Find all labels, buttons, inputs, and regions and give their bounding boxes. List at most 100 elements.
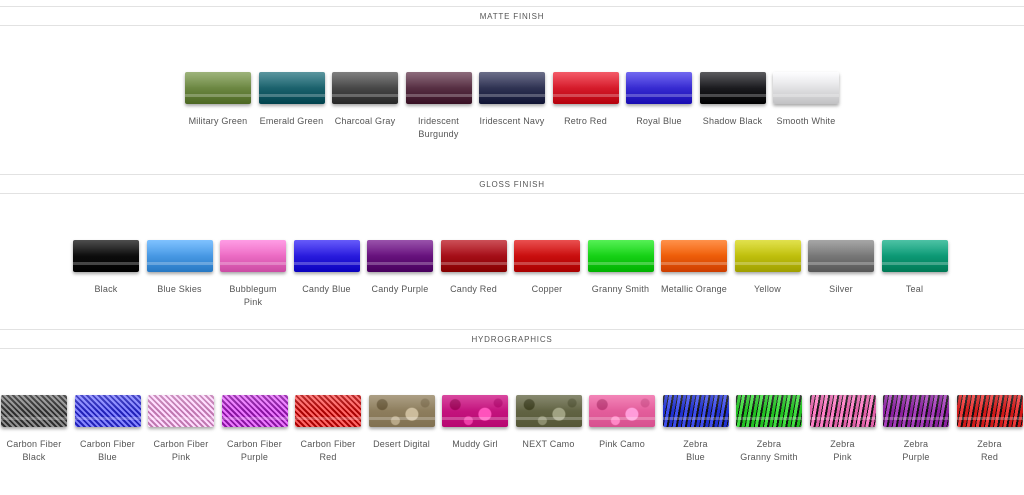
swatch-label: Charcoal Gray: [334, 116, 396, 126]
swatch-label: Bubblegum Pink: [229, 284, 277, 307]
swatch-color-chip[interactable]: [367, 240, 433, 272]
swatch-color-chip[interactable]: [479, 72, 545, 104]
swatch-label: Iridescent Burgundy: [417, 116, 460, 139]
swatch-color-chip[interactable]: [148, 395, 214, 427]
swatch-teal[interactable]: Teal: [881, 240, 949, 296]
swatch-emerald-green[interactable]: Emerald Green: [258, 72, 326, 128]
swatch-smooth-white[interactable]: Smooth White: [772, 72, 840, 128]
swatch-label: Pink Camo: [599, 439, 645, 449]
swatch-label: Zebra Red: [977, 439, 1002, 462]
swatch-color-chip[interactable]: [440, 240, 507, 272]
swatch-blue-skies[interactable]: Blue Skies: [146, 240, 214, 296]
swatch-color-chip[interactable]: [221, 395, 288, 427]
swatch-candy-purple[interactable]: Candy Purple: [366, 240, 434, 296]
swatch-pink-camo[interactable]: Pink Camo: [588, 395, 656, 451]
swatch-charcoal-gray[interactable]: Charcoal Gray: [331, 72, 399, 128]
swatch-color-chip[interactable]: [552, 72, 619, 104]
swatch-military-green[interactable]: Military Green: [184, 72, 252, 128]
swatch-retro-red[interactable]: Retro Red: [552, 72, 620, 128]
swatch-label: Smooth White: [776, 116, 836, 126]
swatch-color-chip[interactable]: [73, 240, 139, 272]
swatch-label: Carbon Fiber Red: [300, 439, 356, 462]
swatch-muddy-girl[interactable]: Muddy Girl: [441, 395, 509, 451]
swatch-label: Zebra Blue: [683, 439, 708, 462]
swatch-label: Candy Blue: [302, 284, 351, 294]
swatch-label: Zebra Pink: [830, 439, 855, 462]
swatch-label: Carbon Fiber Pink: [153, 439, 209, 462]
swatch-color-chip[interactable]: [368, 395, 435, 427]
swatch-yellow[interactable]: Yellow: [734, 240, 802, 296]
matte-finish-header: MATTE FINISH: [0, 6, 1024, 26]
swatch-iridescent-navy[interactable]: Iridescent Navy: [478, 72, 546, 128]
swatch-color-chip[interactable]: [442, 395, 508, 427]
swatch-color-chip[interactable]: [626, 72, 692, 104]
swatch-label: Granny Smith: [591, 284, 650, 294]
swatch-color-chip[interactable]: [661, 240, 727, 272]
swatch-color-chip[interactable]: [220, 240, 286, 272]
swatch-color-chip[interactable]: [773, 72, 839, 104]
swatch-label: Retro Red: [564, 116, 607, 126]
swatch-next-camo[interactable]: NEXT Camo: [515, 395, 583, 451]
swatch-silver[interactable]: Silver: [807, 240, 875, 296]
swatch-zebra-purple[interactable]: Zebra Purple: [882, 395, 950, 464]
swatch-color-chip[interactable]: [258, 72, 325, 104]
swatch-label: Black: [94, 284, 118, 294]
swatch-color-chip[interactable]: [1, 395, 67, 427]
swatch-copper[interactable]: Copper: [513, 240, 581, 296]
swatch-label: Yellow: [754, 284, 781, 294]
swatch-color-chip[interactable]: [405, 72, 472, 104]
swatch-metallic-orange[interactable]: Metallic Orange: [660, 240, 728, 296]
swatch-carbon-fiber-black[interactable]: Carbon Fiber Black: [0, 395, 68, 464]
swatch-zebra-granny-smith[interactable]: Zebra Granny Smith: [735, 395, 803, 464]
swatch-black[interactable]: Black: [72, 240, 140, 296]
swatch-color-chip[interactable]: [881, 240, 948, 272]
gloss-finish-title: GLOSS FINISH: [479, 179, 545, 189]
swatch-label: Carbon Fiber Black: [6, 439, 62, 462]
swatch-color-chip[interactable]: [699, 72, 766, 104]
hydrographics-title: HYDROGRAPHICS: [471, 334, 553, 344]
swatch-carbon-fiber-pink[interactable]: Carbon Fiber Pink: [147, 395, 215, 464]
swatch-label: Military Green: [188, 116, 248, 126]
swatch-zebra-pink[interactable]: Zebra Pink: [809, 395, 877, 464]
swatch-zebra-red[interactable]: Zebra Red: [956, 395, 1024, 464]
swatch-color-chip[interactable]: [185, 72, 251, 104]
swatch-label: Shadow Black: [702, 116, 763, 126]
swatch-color-chip[interactable]: [146, 240, 213, 272]
swatch-color-chip[interactable]: [662, 395, 729, 427]
swatch-candy-red[interactable]: Candy Red: [440, 240, 508, 296]
swatch-color-chip[interactable]: [589, 395, 655, 427]
swatch-color-chip[interactable]: [736, 395, 802, 427]
swatch-carbon-fiber-red[interactable]: Carbon Fiber Red: [294, 395, 362, 464]
swatch-label: Carbon Fiber Purple: [227, 439, 282, 462]
swatch-bubblegum-pink[interactable]: Bubblegum Pink: [219, 240, 287, 309]
swatch-color-chip[interactable]: [734, 240, 801, 272]
swatch-shadow-black[interactable]: Shadow Black: [699, 72, 767, 128]
swatch-color-chip[interactable]: [332, 72, 398, 104]
swatch-label: Candy Red: [450, 284, 497, 294]
swatch-carbon-fiber-purple[interactable]: Carbon Fiber Purple: [221, 395, 289, 464]
swatch-label: Zebra Purple: [902, 439, 930, 462]
swatch-color-chip[interactable]: [295, 395, 361, 427]
swatch-color-chip[interactable]: [293, 240, 360, 272]
swatch-label: Royal Blue: [636, 116, 682, 126]
swatch-color-chip[interactable]: [514, 240, 580, 272]
swatch-label: NEXT Camo: [522, 439, 575, 449]
hydrographics-header: HYDROGRAPHICS: [0, 329, 1024, 349]
swatch-label: Muddy Girl: [452, 439, 498, 449]
swatch-color-chip[interactable]: [883, 395, 949, 427]
swatch-granny-smith[interactable]: Granny Smith: [587, 240, 655, 296]
swatch-color-chip[interactable]: [587, 240, 654, 272]
swatch-color-chip[interactable]: [808, 240, 874, 272]
swatch-color-chip[interactable]: [956, 395, 1023, 427]
swatch-color-chip[interactable]: [74, 395, 141, 427]
swatch-iridescent-burgundy[interactable]: Iridescent Burgundy: [405, 72, 473, 141]
swatch-label: Teal: [905, 284, 924, 294]
swatch-label: Desert Digital: [373, 439, 430, 449]
swatch-carbon-fiber-blue[interactable]: Carbon Fiber Blue: [74, 395, 142, 464]
swatch-color-chip[interactable]: [515, 395, 582, 427]
swatch-color-chip[interactable]: [809, 395, 876, 427]
swatch-candy-blue[interactable]: Candy Blue: [293, 240, 361, 296]
swatch-royal-blue[interactable]: Royal Blue: [625, 72, 693, 128]
swatch-desert-digital[interactable]: Desert Digital: [368, 395, 436, 451]
swatch-zebra-blue[interactable]: Zebra Blue: [662, 395, 730, 464]
